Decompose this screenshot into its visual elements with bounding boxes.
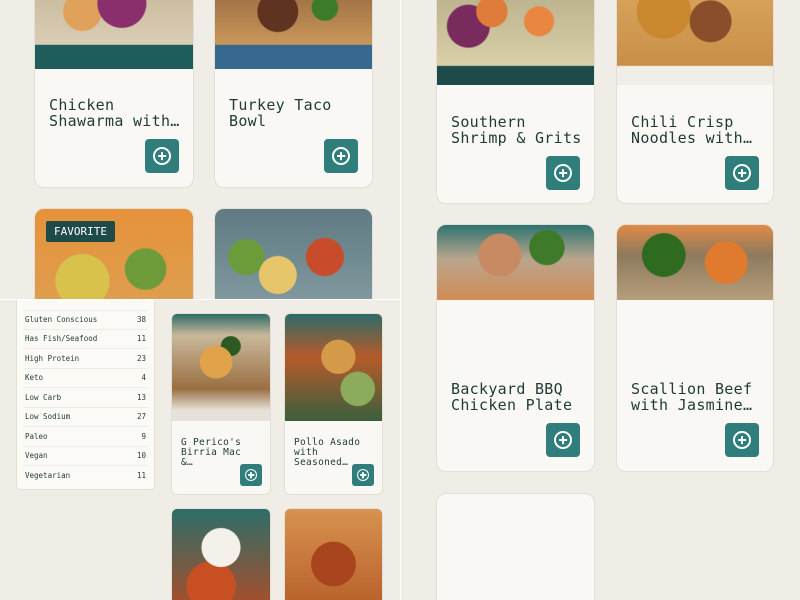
plus-circle-icon — [554, 431, 572, 449]
filter-row[interactable]: Vegan 10 — [23, 446, 148, 466]
meal-card-chili-crisp[interactable]: Chili Crisp Noodles with… — [616, 0, 774, 204]
filter-row[interactable]: Low Carb 13 — [23, 388, 148, 408]
meal-image — [215, 0, 372, 69]
favorite-badge: FAVORITE — [46, 221, 115, 242]
meal-card-rice-bowl[interactable] — [171, 508, 271, 600]
add-meal-button[interactable] — [240, 464, 262, 486]
filter-row[interactable]: Low Sodium 27 — [23, 407, 148, 427]
filter-count: 4 — [141, 373, 146, 382]
filter-count: 13 — [136, 393, 146, 402]
plus-circle-icon — [554, 164, 572, 182]
meal-card-pollo-asado[interactable]: Pollo Asado with Seasoned… — [284, 313, 383, 495]
filter-count: 27 — [136, 412, 146, 421]
plus-circle-icon — [153, 147, 171, 165]
filter-count: 11 — [136, 471, 146, 480]
meal-image — [285, 509, 382, 600]
filter-row[interactable]: Paleo 9 — [23, 427, 148, 447]
filter-count: 10 — [136, 451, 146, 460]
meal-card-backyard-bbq[interactable]: Backyard BBQ Chicken Plate — [436, 224, 595, 472]
meal-card-scallion-beef[interactable]: Scallion Beef with Jasmine… — [616, 224, 774, 472]
filter-label: Gluten Conscious — [25, 315, 98, 324]
meal-image — [172, 509, 270, 600]
filter-label: Vegetarian — [25, 471, 71, 480]
filter-row[interactable]: Gluten Conscious 38 — [23, 310, 148, 330]
filter-row[interactable]: Vegetarian 11 — [23, 466, 148, 485]
plus-circle-icon — [357, 469, 369, 481]
pane-divider-horizontal — [0, 299, 400, 300]
bottom-left-pane: Gluten Conscious 38 Has Fish/Seafood 11 Hi… — [0, 300, 400, 600]
add-meal-button[interactable] — [725, 423, 759, 457]
plus-circle-icon — [245, 469, 257, 481]
meal-card-birria-mac[interactable]: G Perico's Birria Mac &… — [171, 313, 271, 495]
meal-image — [617, 0, 773, 85]
meal-image — [172, 314, 270, 421]
filter-label: High Protein — [25, 354, 80, 363]
meal-card-placeholder[interactable] — [436, 493, 595, 600]
filter-label: Paleo — [25, 432, 48, 441]
filter-count: 11 — [136, 334, 146, 343]
meal-image — [437, 0, 594, 85]
meal-card-turkey-taco[interactable]: Turkey Taco Bowl — [214, 0, 373, 188]
plus-circle-icon — [733, 164, 751, 182]
meal-card-chicken-shawarma[interactable]: Chicken Shawarma with… — [34, 0, 194, 188]
filter-count: 9 — [141, 432, 146, 441]
filter-label: Has Fish/Seafood — [25, 334, 98, 343]
meal-image — [35, 0, 193, 69]
meal-title: Turkey Taco Bowl — [229, 96, 332, 130]
meal-title: Chicken Shawarma with… — [49, 96, 180, 130]
top-left-pane: Chicken Shawarma with… Turkey Taco Bowl … — [0, 0, 400, 299]
add-meal-button[interactable] — [145, 139, 179, 173]
plus-circle-icon — [733, 431, 751, 449]
filter-label: Keto — [25, 373, 44, 382]
pane-divider-vertical — [400, 0, 401, 600]
add-meal-button[interactable] — [725, 156, 759, 190]
filter-label: Vegan — [25, 451, 48, 460]
plus-circle-icon — [332, 147, 350, 165]
meal-title: Scallion Beef with Jasmine… — [631, 380, 753, 414]
filter-row[interactable]: Keto 4 — [23, 368, 148, 388]
meal-card-veggie-bowl[interactable] — [214, 208, 373, 299]
meal-image — [215, 209, 372, 299]
filter-row[interactable]: Has Fish/Seafood 11 — [23, 329, 148, 349]
add-meal-button[interactable] — [546, 423, 580, 457]
meal-title: Backyard BBQ Chicken Plate — [451, 380, 573, 414]
add-meal-button[interactable] — [324, 139, 358, 173]
meal-title: Southern Shrimp & Grits — [451, 113, 582, 147]
right-pane: Southern Shrimp & Grits Chili Crisp Nood… — [401, 0, 800, 600]
diet-filter-list: Gluten Conscious 38 Has Fish/Seafood 11 Hi… — [16, 300, 155, 490]
meal-image — [285, 314, 382, 421]
meal-card-favorite[interactable]: FAVORITE — [34, 208, 194, 299]
filter-label: Low Sodium — [25, 412, 71, 421]
meal-image — [437, 225, 594, 300]
filter-label: Low Carb — [25, 393, 62, 402]
meal-card-spicy-noodles[interactable] — [284, 508, 383, 600]
add-meal-button[interactable] — [546, 156, 580, 190]
add-meal-button[interactable] — [352, 464, 374, 486]
filter-count: 38 — [136, 315, 146, 324]
meal-title: Chili Crisp Noodles with… — [631, 113, 753, 147]
filter-count: 23 — [136, 354, 146, 363]
meal-card-southern-shrimp[interactable]: Southern Shrimp & Grits — [436, 0, 595, 204]
meal-image — [617, 225, 773, 300]
filter-row[interactable]: High Protein 23 — [23, 349, 148, 369]
